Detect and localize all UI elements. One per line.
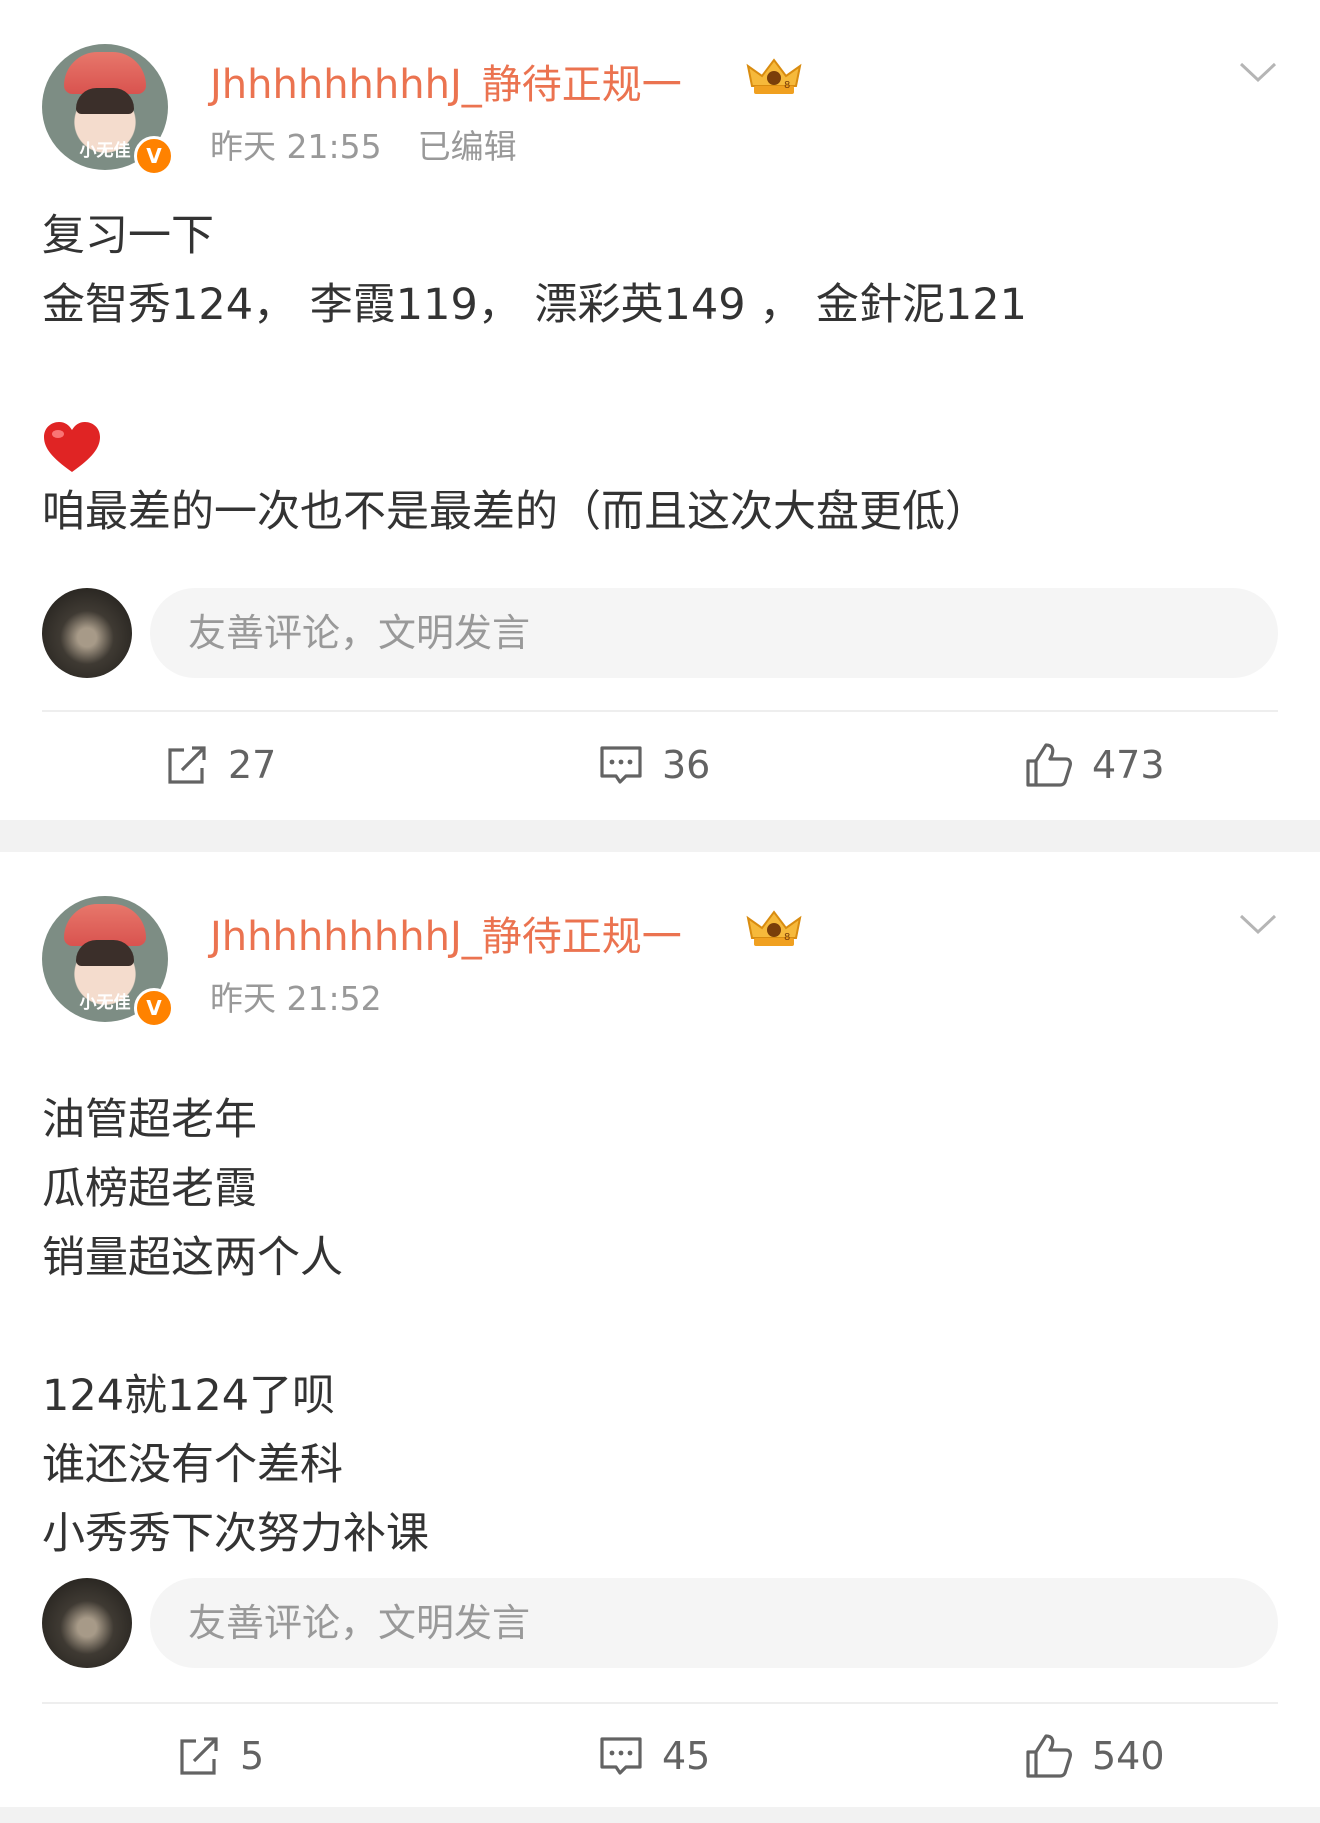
post-content: 复习一下 金智秀124， 李霞119， 漂彩英149 ， 金針泥121 咱最差的… [42, 202, 1272, 547]
content-line [42, 1293, 1272, 1362]
comment-row [42, 1578, 1278, 1668]
repost-button[interactable]: 5 [176, 1716, 264, 1796]
my-avatar [42, 1578, 132, 1668]
content-line: 金智秀124， 李霞119， 漂彩英149 ， 金針泥121 [42, 280, 1027, 330]
repost-count: 27 [228, 743, 277, 787]
content-line: 谁还没有个差科 [42, 1440, 343, 1490]
action-bar: 27 36 473 [0, 725, 1320, 805]
post-content: 油管超老年 瓜榜超老霞 销量超这两个人 124就124了呗 谁还没有个差科 小秀… [42, 1086, 1272, 1569]
avatar[interactable]: 小无佳 V [42, 896, 174, 1028]
edited-label: 已编辑 [417, 127, 517, 166]
like-icon [1026, 1734, 1072, 1778]
weibo-post: 小无佳 V JhhhhhhhhhJ_静待正规一 8 昨天 21:55 已编辑 复习… [0, 0, 1320, 820]
weibo-post: 小无佳 V JhhhhhhhhhJ_静待正规一 8 昨天 21:52 油管超老年… [0, 852, 1320, 1807]
avatar[interactable]: 小无佳 V [42, 44, 174, 176]
content-line: 124就124了呗 [42, 1371, 336, 1421]
comment-row [42, 588, 1278, 678]
content-line: 复习一下 [42, 211, 214, 261]
emoji-line [42, 409, 1272, 478]
vip-crown-icon: 8 [746, 910, 802, 946]
divider [42, 1702, 1278, 1704]
post-meta: 昨天 21:52 [210, 972, 382, 1020]
content-line: 咱最差的一次也不是最差的（而且这次大盘更低） [42, 487, 988, 537]
username[interactable]: JhhhhhhhhhJ_静待正规一 [210, 904, 682, 962]
like-button[interactable]: 540 [1024, 1716, 1165, 1796]
content-line: 瓜榜超老霞 [42, 1164, 257, 1214]
comment-icon [600, 746, 642, 784]
comment-input[interactable] [150, 1578, 1278, 1668]
post-separator [0, 1807, 1320, 1823]
action-bar: 5 45 540 [0, 1716, 1320, 1796]
username[interactable]: JhhhhhhhhhJ_静待正规一 [210, 52, 682, 110]
post-time: 昨天 21:52 [210, 979, 382, 1018]
like-icon [1026, 743, 1072, 787]
heart-emoji-icon [44, 421, 100, 472]
my-avatar [42, 588, 132, 678]
comment-input[interactable] [150, 588, 1278, 678]
chevron-down-icon[interactable] [1238, 60, 1278, 84]
content-line: 销量超这两个人 [42, 1233, 343, 1283]
post-separator [0, 820, 1320, 852]
vip-crown-icon: 8 [746, 58, 802, 94]
content-line: 小秀秀下次努力补课 [42, 1509, 429, 1559]
svg-text:8: 8 [784, 80, 790, 91]
content-line: 油管超老年 [42, 1095, 257, 1145]
repost-icon [180, 1737, 218, 1775]
svg-text:8: 8 [784, 932, 790, 943]
comment-count: 36 [662, 743, 711, 787]
comment-count: 45 [662, 1734, 711, 1778]
like-count: 540 [1092, 1734, 1165, 1778]
content-line [42, 340, 1272, 409]
repost-button[interactable]: 27 [164, 725, 276, 805]
chevron-down-icon[interactable] [1238, 912, 1278, 936]
post-time: 昨天 21:55 [210, 127, 382, 166]
verified-icon: V [134, 988, 174, 1028]
comment-button[interactable]: 36 [598, 725, 710, 805]
comment-icon [600, 1737, 642, 1775]
verified-icon: V [134, 136, 174, 176]
repost-count: 5 [240, 1734, 265, 1778]
like-button[interactable]: 473 [1024, 725, 1165, 805]
post-meta: 昨天 21:55 已编辑 [210, 120, 517, 168]
repost-icon [168, 746, 206, 784]
comment-button[interactable]: 45 [598, 1716, 710, 1796]
like-count: 473 [1092, 743, 1165, 787]
divider [42, 710, 1278, 712]
